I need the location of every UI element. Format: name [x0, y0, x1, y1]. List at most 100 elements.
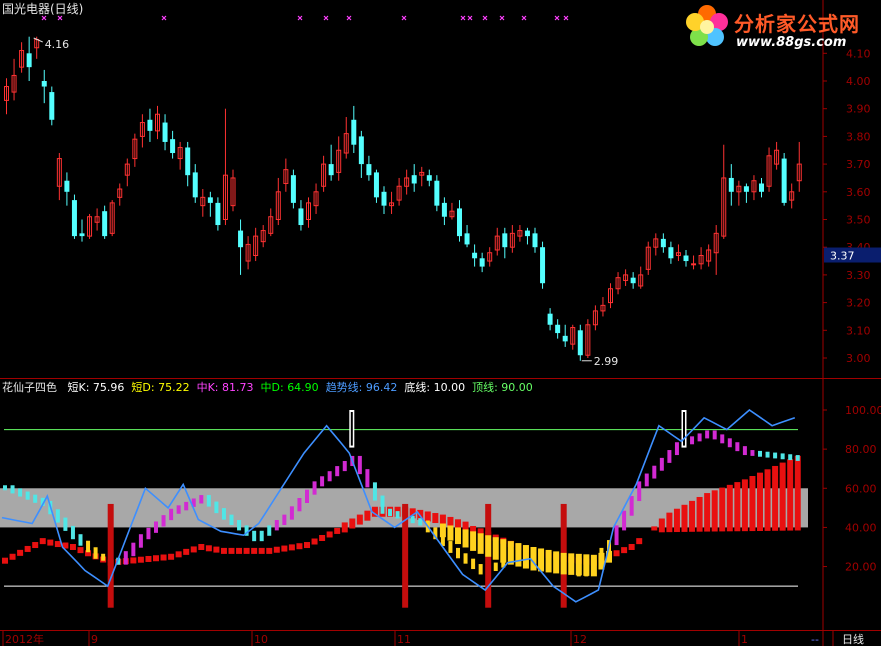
mid-bar [86, 540, 91, 553]
mid-bar [123, 551, 128, 565]
mid-bar [267, 525, 272, 536]
mid-bar [214, 501, 219, 514]
candle-body-down [562, 335, 568, 342]
mid-bar [448, 541, 453, 553]
mid-bar [146, 527, 151, 540]
time-label: 11 [397, 633, 411, 646]
mid-bar [395, 511, 400, 519]
trend-bar [711, 490, 718, 532]
signal-x-marker [554, 15, 560, 21]
trend-bar [190, 546, 197, 553]
red-spike [107, 503, 114, 608]
yellow-trough-bar [568, 553, 575, 575]
trend-bar [364, 510, 371, 521]
mid-bar [131, 542, 136, 557]
time-label: 1 [741, 633, 748, 646]
mid-bar [456, 547, 460, 559]
signal-x-marker [467, 15, 473, 21]
trend-bar [734, 482, 741, 532]
trend-bar [213, 546, 220, 553]
mid-bar [622, 510, 627, 531]
trend-bar [666, 512, 673, 533]
mid-bar [93, 547, 98, 559]
trend-bar [160, 554, 167, 561]
legend-item: 趋势线: 96.42 [325, 381, 398, 394]
trend-bar [137, 556, 144, 563]
candlesticks: 4.16 2.99 [4, 36, 802, 368]
mid-bar [773, 452, 778, 459]
mid-bar [365, 469, 370, 488]
yellow-trough-bar [583, 554, 590, 576]
signal-x-marker [482, 15, 488, 21]
trend-bar [447, 516, 454, 527]
yellow-trough-bar [492, 537, 499, 560]
trend-bar [726, 484, 733, 532]
mid-bar [78, 534, 83, 546]
trend-bar [704, 493, 711, 532]
mid-bar [327, 471, 332, 482]
candle-body-down [79, 233, 85, 237]
candle-body-down [668, 247, 674, 259]
trend-bar [741, 479, 748, 532]
signal-x-marker [297, 15, 303, 21]
mid-bar [727, 438, 732, 448]
stock-chart[interactable]: 4.104.003.903.803.703.603.503.403.303.20… [0, 0, 881, 646]
trend-bar [341, 522, 348, 533]
mid-bar [372, 482, 377, 501]
candle-body-down [162, 122, 168, 142]
candle-body-down [71, 200, 77, 237]
trend-bar [658, 518, 665, 533]
trend-bar [251, 547, 258, 554]
mid-bar [614, 525, 619, 546]
legend-item: 短K: 75.96 [67, 381, 125, 394]
candle-body-down [441, 202, 447, 217]
candle-body-down [577, 330, 583, 356]
mid-bar [289, 506, 294, 520]
mid-bar [55, 509, 60, 523]
mid-bar [765, 451, 770, 458]
indicator-tick-label: 20.00 [845, 561, 877, 574]
candle-body-down [472, 252, 478, 259]
trend-bar [54, 541, 61, 548]
mid-bar [138, 534, 143, 548]
trend-bar [621, 547, 628, 554]
mid-bar [418, 518, 423, 526]
trend-bar [266, 547, 273, 554]
trend-bar [779, 462, 786, 531]
time-label: 10 [254, 633, 268, 646]
yellow-trough-bar [545, 549, 552, 573]
candle-body-down [41, 81, 47, 87]
trend-bar [168, 553, 175, 560]
indicator-tick-label: 100.00 [845, 404, 881, 417]
mid-bar [63, 517, 68, 531]
signal-markers [41, 15, 569, 21]
candle-body-down [64, 180, 70, 192]
trend-bar [628, 543, 635, 550]
trend-bar [304, 542, 310, 549]
trend-bar [77, 547, 84, 554]
mid-bar [659, 457, 664, 471]
mid-bar [101, 553, 106, 561]
candle-body-down [532, 233, 538, 248]
trend-bar [749, 476, 756, 532]
trend-bar [470, 525, 477, 532]
scroll-marker: -- [811, 633, 819, 646]
trend-bar [47, 539, 54, 546]
trend-bar [681, 504, 688, 532]
trend-bar [432, 513, 439, 524]
mid-bar [221, 508, 226, 520]
trend-bar [424, 511, 431, 522]
mid-bar [644, 473, 649, 487]
candle-body-down [185, 147, 191, 176]
mid-bar [478, 564, 483, 575]
candle-body-down [207, 197, 213, 203]
trend-bar [9, 553, 16, 560]
trend-bar [757, 472, 763, 531]
mid-bar [380, 495, 385, 514]
signal-x-marker [401, 15, 407, 21]
indicator-tick-label: 80.00 [845, 443, 877, 456]
mid-bar [342, 461, 347, 472]
indicator-values: 短K: 75.96 短D: 75.22 中K: 81.73 中D: 64.90 趋势线:… [61, 381, 533, 394]
yellow-trough-bar [553, 551, 560, 574]
mid-bar [259, 530, 264, 542]
